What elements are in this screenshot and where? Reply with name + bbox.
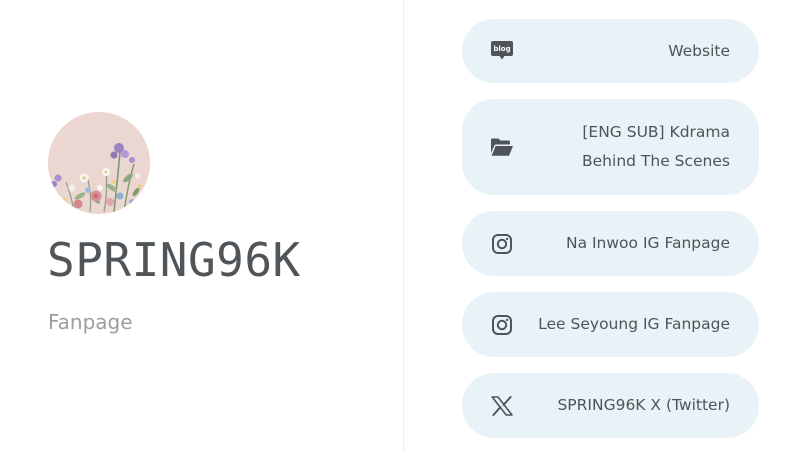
link-label: Website bbox=[668, 41, 730, 60]
panel-divider bbox=[403, 0, 404, 451]
profile-panel: SPRING96K Fanpage bbox=[0, 0, 403, 451]
avatar bbox=[48, 112, 150, 214]
link-button-na-inwoo-ig[interactable]: Na Inwoo IG Fanpage bbox=[462, 211, 759, 276]
link-button-x-twitter[interactable]: SPRING96K X (Twitter) bbox=[462, 373, 759, 438]
link-label: Lee Seyoung IG Fanpage bbox=[538, 315, 730, 333]
blog-icon: blog bbox=[490, 39, 514, 63]
link-label: Na Inwoo IG Fanpage bbox=[565, 234, 730, 252]
link-button-website[interactable]: blog Website bbox=[462, 19, 759, 83]
svg-text:blog: blog bbox=[493, 45, 510, 53]
link-button-kdrama-behind-the-scenes[interactable]: [ENG SUB] Kdrama Behind The Scenes bbox=[462, 99, 759, 195]
link-button-lee-seyoung-ig[interactable]: Lee Seyoung IG Fanpage bbox=[462, 292, 759, 357]
link-list: blog Website [ENG SUB] Kdrama Behind The… bbox=[462, 19, 759, 438]
x-twitter-icon bbox=[490, 394, 514, 418]
link-label: SPRING96K X (Twitter) bbox=[557, 396, 730, 414]
link-label: [ENG SUB] Kdrama Behind The Scenes bbox=[582, 123, 730, 170]
profile-name: SPRING96K bbox=[47, 233, 301, 287]
profile-subtitle: Fanpage bbox=[48, 310, 133, 334]
floral-avatar-image bbox=[48, 112, 150, 214]
instagram-icon bbox=[490, 232, 514, 256]
folder-open-icon bbox=[490, 135, 514, 159]
instagram-icon bbox=[490, 313, 514, 337]
